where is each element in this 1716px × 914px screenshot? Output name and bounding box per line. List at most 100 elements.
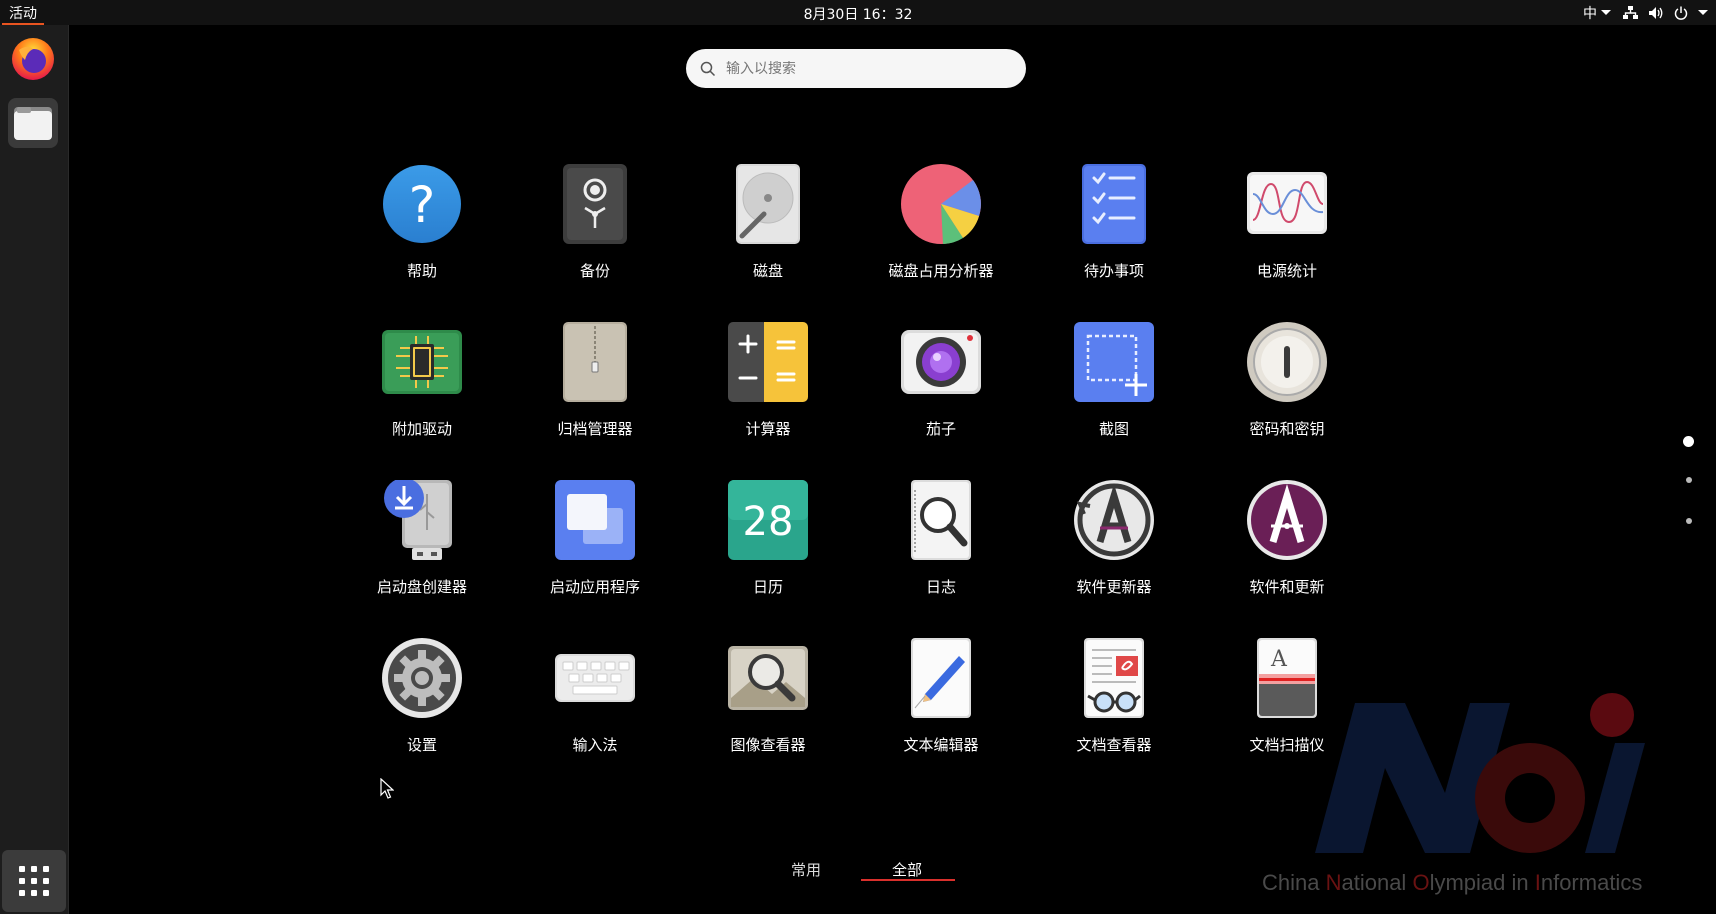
- firefox-icon: [12, 38, 54, 80]
- cheese-icon: [901, 322, 981, 402]
- app-label: 日志: [925, 578, 956, 596]
- app-label: 待办事项: [1083, 262, 1144, 280]
- app-disk-usage-analyzer[interactable]: 磁盘占用分析器: [855, 150, 1027, 310]
- tab-all-underline: [861, 879, 955, 881]
- files-icon: [14, 107, 52, 140]
- watermark-text-part: N: [1325, 870, 1342, 895]
- input-method-icon: [555, 638, 635, 718]
- app-label: 茄子: [925, 420, 956, 438]
- app-label: 备份: [579, 262, 610, 280]
- screenshot-icon: [1074, 322, 1154, 402]
- app-label: 设置: [406, 736, 437, 754]
- app-input-method[interactable]: 输入法: [509, 624, 681, 784]
- volume-icon: [1649, 6, 1663, 19]
- app-label: 图像查看器: [730, 736, 806, 754]
- app-startup-disk-creator[interactable]: 启动盘创建器: [336, 466, 508, 626]
- svg-text:?: ?: [409, 176, 436, 234]
- power-statistics-icon: [1247, 164, 1327, 244]
- app-grid-icon: [19, 866, 49, 896]
- app-calculator[interactable]: 计算器: [682, 308, 854, 468]
- logs-icon: [901, 480, 981, 560]
- additional-drivers-icon: [382, 322, 462, 402]
- todo-icon: [1074, 164, 1154, 244]
- watermark-text-part: ational: [1341, 870, 1413, 895]
- software-properties-icon: [1247, 480, 1327, 560]
- app-document-viewer[interactable]: 文档查看器: [1028, 624, 1200, 784]
- text-editor-icon: [901, 638, 981, 718]
- help-icon: ?: [382, 164, 462, 244]
- app-startup-applications[interactable]: 启动应用程序: [509, 466, 681, 626]
- search-bar[interactable]: [686, 49, 1026, 88]
- input-method-label: 中: [1583, 5, 1597, 22]
- app-label: 文本编辑器: [903, 736, 979, 754]
- app-screenshot[interactable]: 截图: [1028, 308, 1200, 468]
- page-dot-1[interactable]: [1683, 436, 1694, 447]
- passwords-keys-icon: [1247, 322, 1327, 402]
- app-text-editor[interactable]: 文本编辑器: [855, 624, 1027, 784]
- clock: 8月30日 16：32: [0, 4, 1716, 24]
- app-label: 启动盘创建器: [376, 578, 467, 596]
- clock-label[interactable]: 8月30日 16：32: [804, 7, 913, 23]
- app-additional-drivers[interactable]: 附加驱动: [336, 308, 508, 468]
- scanner-letter: A: [1270, 647, 1288, 672]
- app-label: 电源统计: [1256, 262, 1317, 280]
- status-menu[interactable]: [1623, 5, 1708, 20]
- app-label: 附加驱动: [391, 420, 452, 438]
- app-settings[interactable]: 设置: [336, 624, 508, 784]
- startup-disk-creator-icon: [382, 480, 462, 560]
- app-label: 日历: [752, 578, 783, 596]
- page-dot-2[interactable]: [1686, 477, 1692, 483]
- app-label: 帮助: [406, 262, 437, 280]
- power-icon: [1674, 6, 1688, 20]
- mouse-cursor: [380, 778, 394, 799]
- app-disks[interactable]: 磁盘: [682, 150, 854, 310]
- app-label: 截图: [1098, 420, 1129, 438]
- tab-all[interactable]: 全部: [862, 859, 952, 886]
- app-label: 输入法: [572, 736, 618, 754]
- input-method-indicator[interactable]: 中: [1583, 3, 1611, 23]
- app-software-updater[interactable]: 软件更新器: [1028, 466, 1200, 626]
- show-applications-button[interactable]: [2, 850, 66, 912]
- image-viewer-icon: [728, 638, 808, 718]
- watermark-text-part: lympiad in: [1429, 870, 1535, 895]
- page-dot-3[interactable]: [1686, 518, 1692, 524]
- app-help[interactable]: ? 帮助: [336, 150, 508, 310]
- network-icon: [1623, 5, 1638, 19]
- app-label: 启动应用程序: [549, 578, 640, 596]
- app-todo[interactable]: 待办事项: [1028, 150, 1200, 310]
- app-backup[interactable]: 备份: [509, 150, 681, 310]
- dock-firefox[interactable]: [8, 33, 58, 83]
- app-calendar[interactable]: 28 日历: [682, 466, 854, 626]
- app-power-statistics[interactable]: 电源统计: [1201, 150, 1373, 310]
- app-cheese[interactable]: 茄子: [855, 308, 1027, 468]
- settings-icon: [382, 638, 462, 718]
- app-passwords-keys[interactable]: 密码和密钥: [1201, 308, 1373, 468]
- software-updater-icon: [1074, 480, 1154, 560]
- app-logs[interactable]: 日志: [855, 466, 1027, 626]
- archive-manager-icon: [555, 322, 635, 402]
- search-icon: [700, 61, 716, 76]
- calendar-icon: 28: [728, 480, 808, 560]
- dock-files[interactable]: [8, 98, 58, 148]
- chevron-down-icon: [1698, 10, 1708, 15]
- calendar-day: 28: [743, 499, 794, 545]
- search-input[interactable]: [726, 60, 1006, 77]
- calculator-icon: [728, 322, 808, 402]
- chevron-down-icon: [1601, 10, 1611, 15]
- document-viewer-icon: [1074, 638, 1154, 718]
- app-image-viewer[interactable]: 图像查看器: [682, 624, 854, 784]
- app-software-properties[interactable]: 软件和更新: [1201, 466, 1373, 626]
- app-label: 磁盘占用分析器: [888, 262, 994, 280]
- app-label: 软件和更新: [1249, 578, 1325, 596]
- app-archive-manager[interactable]: 归档管理器: [509, 308, 681, 468]
- activities-button[interactable]: 活动: [2, 0, 44, 25]
- tab-frequent[interactable]: 常用: [786, 859, 826, 886]
- backup-icon: [555, 164, 635, 244]
- watermark-text-part: O: [1412, 870, 1430, 895]
- watermark-text: China National Olympiad in Informatics: [1262, 870, 1642, 896]
- disks-icon: [728, 164, 808, 244]
- app-label: 软件更新器: [1076, 578, 1152, 596]
- watermark-text-part: nformatics: [1540, 870, 1643, 895]
- app-label: 计算器: [745, 420, 791, 438]
- watermark-text-part: China: [1262, 870, 1326, 895]
